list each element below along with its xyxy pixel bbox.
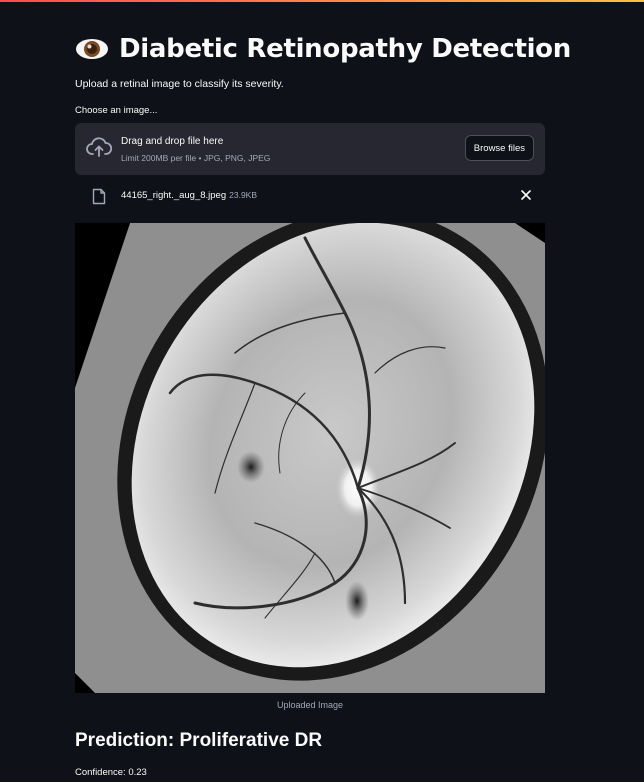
page-header: Diabetic Retinopathy Detection [75,30,571,68]
top-decoration-bar [0,0,644,2]
uploaded-file-name: 44165_right._aug_8.jpeg 23.9KB [121,190,257,201]
dropzone-title: Drag and drop file here [121,136,224,147]
cloud-upload-icon [86,137,113,159]
confidence-text: Confidence: 0.23 [75,767,147,778]
close-icon[interactable] [519,189,533,203]
page-title: Diabetic Retinopathy Detection [119,34,571,64]
page-subtitle: Upload a retinal image to classify its s… [75,78,284,90]
uploaded-file-row: 44165_right._aug_8.jpeg 23.9KB [75,183,545,209]
uploaded-retina-image [75,223,545,693]
browse-files-button[interactable]: Browse files [464,135,534,161]
image-caption: Uploaded Image [276,700,344,710]
file-icon [92,188,106,205]
file-name-text: 44165_right._aug_8.jpeg [121,190,227,201]
file-size: 23.9KB [229,190,258,200]
uploader-label: Choose an image... [75,105,158,116]
prediction-heading: Prediction: Proliferative DR [75,730,323,751]
dropzone-limit-text: Limit 200MB per file • JPG, PNG, JPEG [121,153,271,163]
eye-icon [75,37,109,61]
file-dropzone[interactable]: Drag and drop file here Limit 200MB per … [75,123,545,175]
